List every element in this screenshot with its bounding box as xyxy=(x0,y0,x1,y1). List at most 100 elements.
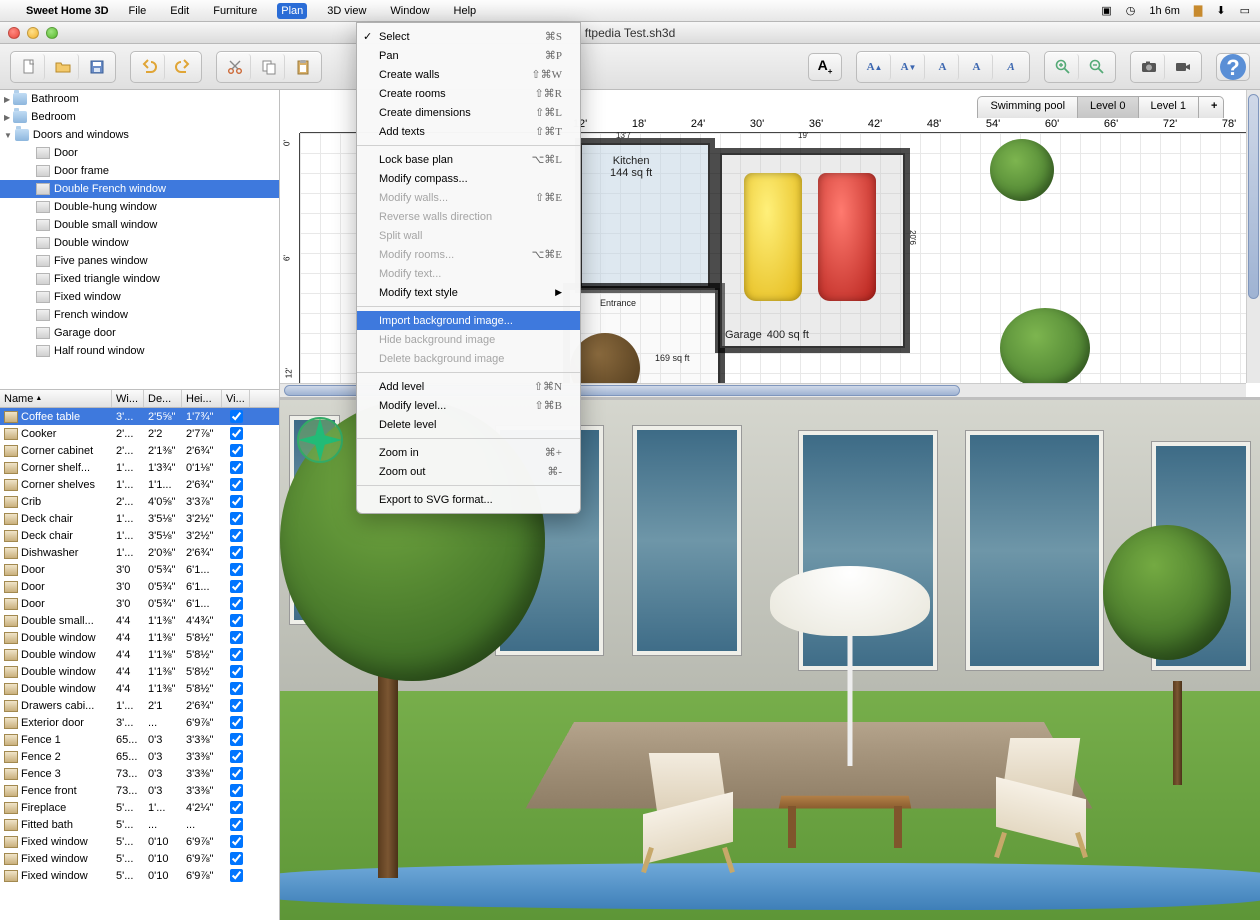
catalog-item[interactable]: Double-hung window xyxy=(0,198,279,216)
furniture-row[interactable]: Crib2'...4'0⅝"3'3⅞" xyxy=(0,493,279,510)
visibility-checkbox[interactable] xyxy=(230,784,243,797)
photo-button[interactable] xyxy=(1133,54,1165,80)
visibility-checkbox[interactable] xyxy=(230,852,243,865)
furniture-row[interactable]: Fixed window5'...0'106'9⅞" xyxy=(0,850,279,867)
furniture-row[interactable]: Door3'00'5¾"6'1... xyxy=(0,595,279,612)
furniture-row[interactable]: Fireplace5'...1'...4'2¼" xyxy=(0,799,279,816)
catalog-item[interactable]: Double window xyxy=(0,234,279,252)
furniture-row[interactable]: Cooker2'...2'22'7⅞" xyxy=(0,425,279,442)
zoom-out-button[interactable] xyxy=(1081,54,1113,80)
visibility-checkbox[interactable] xyxy=(230,682,243,695)
furniture-row[interactable]: Double window4'41'1⅜"5'8½" xyxy=(0,680,279,697)
plan-scrollbar-vertical[interactable] xyxy=(1246,90,1260,383)
catalog-item[interactable]: Fixed triangle window xyxy=(0,270,279,288)
visibility-checkbox[interactable] xyxy=(230,665,243,678)
redo-button[interactable] xyxy=(167,54,199,80)
text-increase-button[interactable]: A▲ xyxy=(859,54,891,80)
menu-furniture[interactable]: Furniture xyxy=(209,3,261,19)
visibility-checkbox[interactable] xyxy=(230,529,243,542)
furniture-row[interactable]: Dishwasher1'...2'0⅜"2'6¾" xyxy=(0,544,279,561)
catalog-item[interactable]: French window xyxy=(0,306,279,324)
plan-menu-item[interactable]: Lock base plan⌥⌘L xyxy=(357,150,580,169)
furniture-header[interactable]: Name ▲ Wi... De... Hei... Vi... xyxy=(0,390,279,408)
furniture-row[interactable]: Fence front73...0'33'3⅜" xyxy=(0,782,279,799)
furniture-row[interactable]: Fixed window5'...0'106'9⅞" xyxy=(0,833,279,850)
furniture-row[interactable]: Double window4'41'1⅜"5'8½" xyxy=(0,646,279,663)
catalog-item[interactable]: Double French window xyxy=(0,180,279,198)
furniture-row[interactable]: Coffee table3'...2'5⅝"1'7¾" xyxy=(0,408,279,425)
col-height[interactable]: Hei... xyxy=(182,390,222,407)
text-color-button[interactable]: A xyxy=(927,54,959,80)
visibility-checkbox[interactable] xyxy=(230,597,243,610)
plan-menu-item[interactable]: Modify level...⇧⌘B xyxy=(357,396,580,415)
catalog-item[interactable]: Door frame xyxy=(0,162,279,180)
plan-menu-item[interactable]: Zoom out⌘- xyxy=(357,462,580,481)
plan-menu-item[interactable]: Export to SVG format... xyxy=(357,490,580,509)
visibility-checkbox[interactable] xyxy=(230,427,243,440)
visibility-checkbox[interactable] xyxy=(230,648,243,661)
plan-menu-item[interactable]: Zoom in⌘+ xyxy=(357,443,580,462)
visibility-checkbox[interactable] xyxy=(230,835,243,848)
col-depth[interactable]: De... xyxy=(144,390,182,407)
catalog-item[interactable]: Double small window xyxy=(0,216,279,234)
car-red[interactable] xyxy=(818,173,876,301)
col-name[interactable]: Name ▲ xyxy=(0,390,112,407)
furniture-row[interactable]: Double window4'41'1⅜"5'8½" xyxy=(0,629,279,646)
level-tab[interactable]: Level 0 xyxy=(1077,96,1138,118)
download-icon[interactable]: ⬇ xyxy=(1216,4,1225,17)
help-button[interactable]: ? xyxy=(1216,53,1250,81)
visibility-checkbox[interactable] xyxy=(230,546,243,559)
furniture-table[interactable]: Name ▲ Wi... De... Hei... Vi... Coffee t… xyxy=(0,390,279,920)
furniture-row[interactable]: Fixed window5'...0'106'9⅞" xyxy=(0,867,279,884)
col-visible[interactable]: Vi... xyxy=(222,390,250,407)
video-button[interactable] xyxy=(1167,54,1199,80)
copy-button[interactable] xyxy=(253,54,285,80)
plan-menu-item[interactable]: Pan⌘P xyxy=(357,46,580,65)
plan-menu-item[interactable]: Import background image... xyxy=(357,311,580,330)
menu-file[interactable]: File xyxy=(125,3,151,19)
visibility-checkbox[interactable] xyxy=(230,444,243,457)
level-tab[interactable]: Level 1 xyxy=(1138,96,1199,118)
tree-2d[interactable] xyxy=(1000,308,1090,388)
furniture-row[interactable]: Fence 165...0'33'3⅜" xyxy=(0,731,279,748)
new-button[interactable] xyxy=(13,54,45,80)
visibility-checkbox[interactable] xyxy=(230,512,243,525)
catalog-item[interactable]: Five panes window xyxy=(0,252,279,270)
tree-2d[interactable] xyxy=(990,139,1054,201)
add-text-button[interactable]: A+ xyxy=(808,53,842,81)
plan-menu-item[interactable]: ✓Select⌘S xyxy=(357,27,580,46)
catalog-item[interactable]: Half round window xyxy=(0,342,279,360)
catalog-folder[interactable]: Bathroom xyxy=(0,90,279,108)
catalog-folder[interactable]: Bedroom xyxy=(0,108,279,126)
app-name[interactable]: Sweet Home 3D xyxy=(26,5,109,17)
furniture-row[interactable]: Door3'00'5¾"6'1... xyxy=(0,578,279,595)
plan-menu-item[interactable]: Delete level xyxy=(357,415,580,434)
zoom-in-button[interactable] xyxy=(1047,54,1079,80)
terminal-icon[interactable]: ▣ xyxy=(1101,4,1111,17)
furniture-row[interactable]: Drawers cabi...1'...2'12'6¾" xyxy=(0,697,279,714)
furniture-row[interactable]: Exterior door3'......6'9⅞" xyxy=(0,714,279,731)
level-add-button[interactable]: + xyxy=(1198,96,1224,118)
furniture-row[interactable]: Deck chair1'...3'5⅛"3'2½" xyxy=(0,510,279,527)
visibility-checkbox[interactable] xyxy=(230,733,243,746)
visibility-checkbox[interactable] xyxy=(230,580,243,593)
open-button[interactable] xyxy=(47,54,79,80)
save-button[interactable] xyxy=(81,54,113,80)
furniture-row[interactable]: Corner cabinet2'...2'1⅜"2'6¾" xyxy=(0,442,279,459)
text-decrease-button[interactable]: A▼ xyxy=(893,54,925,80)
undo-button[interactable] xyxy=(133,54,165,80)
furniture-row[interactable]: Fence 373...0'33'3⅜" xyxy=(0,765,279,782)
furniture-row[interactable]: Corner shelf...1'...1'3¾"0'1⅛" xyxy=(0,459,279,476)
visibility-checkbox[interactable] xyxy=(230,614,243,627)
furniture-row[interactable]: Double window4'41'1⅜"5'8½" xyxy=(0,663,279,680)
menu-plan[interactable]: Plan xyxy=(277,3,307,19)
visibility-checkbox[interactable] xyxy=(230,495,243,508)
visibility-checkbox[interactable] xyxy=(230,767,243,780)
furniture-row[interactable]: Door3'00'5¾"6'1... xyxy=(0,561,279,578)
visibility-checkbox[interactable] xyxy=(230,461,243,474)
catalog-tree[interactable]: BathroomBedroomDoors and windowsDoorDoor… xyxy=(0,90,279,390)
visibility-checkbox[interactable] xyxy=(230,750,243,763)
folder-status-icon[interactable]: ▇ xyxy=(1194,4,1202,17)
catalog-folder[interactable]: Doors and windows xyxy=(0,126,279,144)
plan-menu-item[interactable]: Create rooms⇧⌘R xyxy=(357,84,580,103)
